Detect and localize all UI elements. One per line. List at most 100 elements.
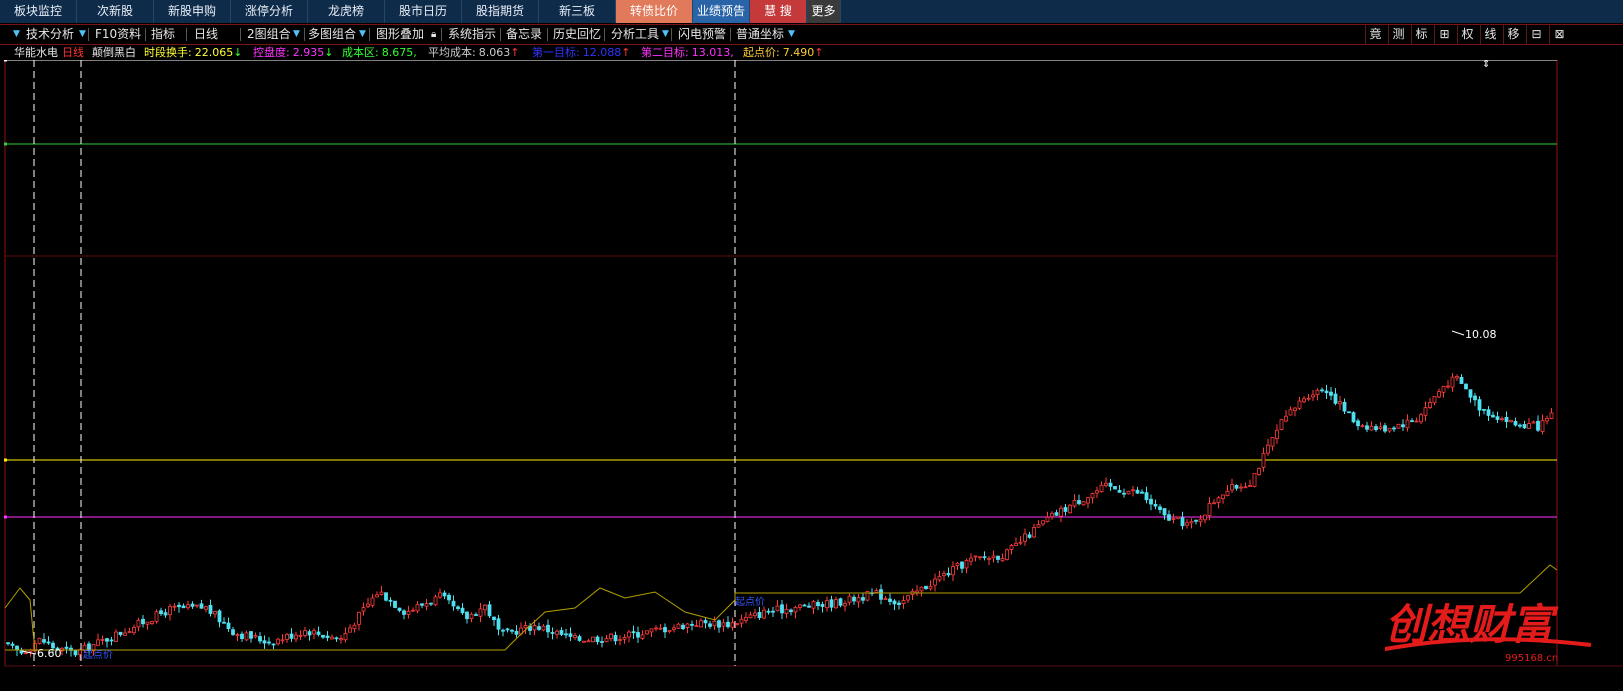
candle-body [1464,383,1468,390]
candle-body [501,629,505,632]
toolbar-right-button-4[interactable]: 权 [1457,25,1477,44]
candle-body [964,560,969,569]
candle-body [645,630,649,635]
chart-frame [4,60,1558,667]
toolbar-right-button-3[interactable]: ⊞ [1434,25,1454,44]
candle-body [897,602,901,605]
toolbar-item-0[interactable]: 技术分析 [26,25,74,44]
candle-body [622,637,627,640]
candle-body [1459,376,1464,384]
toolbar-dropdown-icon[interactable]: ▼ [12,25,21,44]
high-price-pointer [1451,330,1465,336]
candle-body [1009,545,1014,550]
candle-body [1347,411,1351,414]
nav-tab-11[interactable]: 更多 [807,0,841,23]
candle-body [960,561,964,569]
candle-body [685,623,690,628]
nav-tab-2[interactable]: 新股申购 [154,0,231,23]
lock-icon[interactable]: 🔒︎ [431,25,436,44]
candle-body [1131,489,1135,492]
candle-body [919,586,924,592]
toolbar-item-11[interactable]: 闪电预警 [678,25,726,44]
candle-body [946,573,951,576]
candle-body [141,618,145,625]
toolbar-item-5[interactable]: 多图组合 [308,25,356,44]
toolbar-item-12[interactable]: 普通坐标 [736,25,784,44]
candle-body [762,609,766,619]
toolbar-item-1[interactable]: F10资料 [95,25,141,44]
candle-body [654,627,658,630]
chart-toolbar: 技术分析 F10资料 指标 日线 2图组合 多图组合 图形叠加 系统指示 备忘录 历史回忆 分析工具… [0,24,1623,45]
candle-body [1270,437,1275,447]
nav-tab-1[interactable]: 次新股 [77,0,154,23]
toolbar-item-10[interactable]: 分析工具 [611,25,659,44]
price-chart[interactable]: ⇕10.086.60 起点价起点价 [0,60,1623,691]
toolbar-item-8[interactable]: 备忘录 [506,25,542,44]
candle-body [1333,393,1338,404]
candle-body [294,634,298,640]
nav-tab-6[interactable]: 股指期货 [462,0,539,23]
nav-tab-5[interactable]: 股市日历 [385,0,462,23]
candle-body [1104,482,1108,486]
candle-body [1126,490,1131,495]
level-marker [4,458,7,462]
toolbar-right-button-8[interactable]: ⊠ [1549,25,1569,44]
toolbar-right-button-2[interactable]: 标 [1411,25,1431,44]
candle-body [739,618,744,624]
toolbar-item-6[interactable]: 图形叠加 [376,25,424,44]
candle-body [847,595,852,603]
candle-body [1500,418,1504,421]
start-price-label: 起点价 [83,649,113,661]
toolbar-dropdown-icon[interactable]: ▼ [787,25,796,44]
toolbar-right-button-1[interactable]: 测 [1388,25,1408,44]
candle-body [348,627,352,633]
toolbar-right-button-7[interactable]: ⊟ [1526,25,1546,44]
candle-body [451,600,456,607]
candle-body [37,637,42,644]
toolbar-right-button-6[interactable]: 移 [1503,25,1523,44]
candle-body [1279,419,1284,430]
candle-body [1495,416,1500,420]
toolbar-item-3[interactable]: 日线 [194,25,218,44]
toolbar-separator [604,28,605,41]
nav-tab-7[interactable]: 新三板 [539,0,616,23]
toolbar-dropdown-icon[interactable]: ▼ [661,25,670,44]
nav-tab-0[interactable]: 板块监控 [0,0,77,23]
toolbar-dropdown-icon[interactable]: ▼ [358,25,367,44]
candle-body [978,556,982,559]
candle-body [1149,498,1153,505]
candle-body [712,620,717,627]
nav-tab-8[interactable]: 转债比价 [616,0,693,23]
nav-tab-3[interactable]: 涨停分析 [231,0,308,23]
candle-body [1194,519,1198,522]
toolbar-right-button-0[interactable]: 竟 [1365,25,1385,44]
toolbar-dropdown-icon[interactable]: ▼ [292,25,301,44]
candle-body [379,591,384,595]
toolbar-separator [730,28,731,41]
toolbar-item-2[interactable]: 指标 [151,25,175,44]
candle-body [996,555,1000,560]
toolbar-item-4[interactable]: 2图组合 [247,25,291,44]
candle-body [523,625,528,629]
toolbar-item-9[interactable]: 历史回忆 [553,25,601,44]
candle-body [1225,490,1230,496]
indicator-arrow: ↑ [510,46,520,59]
nav-tab-4[interactable]: 龙虎榜 [308,0,385,23]
candle-body [1536,420,1540,431]
toolbar-item-7[interactable]: 系统指示 [448,25,496,44]
toolbar-separator [304,28,305,41]
indicator-value: 8.675, [381,46,417,59]
nav-tab-9[interactable]: 业绩预告 [693,0,750,23]
toolbar-right-button-5[interactable]: 线 [1480,25,1500,44]
nav-tab-10[interactable]: 慧 搜 [750,0,807,23]
toolbar-dropdown-icon[interactable]: ▼ [78,25,87,44]
candle-body [1378,426,1383,429]
candle-body [1414,420,1419,423]
candle-body [555,630,559,635]
candle-body [1509,419,1513,423]
candle-body [478,608,483,617]
candle-body [1216,497,1221,504]
candle-body [541,625,546,631]
candle-body [631,631,636,634]
candle-body [820,604,825,607]
